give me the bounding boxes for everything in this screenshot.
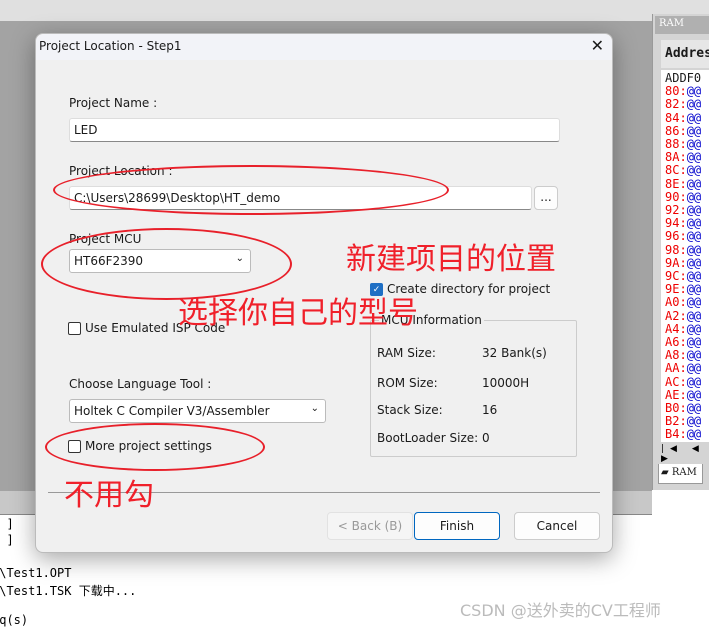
output-line: l\Test1.TSK 下载中...	[0, 584, 137, 598]
output-line: l ]	[6, 517, 14, 531]
ram-address: 9A	[665, 255, 680, 270]
ram-address: 86	[665, 123, 680, 138]
ram-address: 82	[665, 97, 680, 112]
ram-address: A8	[665, 348, 680, 363]
ram-panel: RAM Addres ADDF0 80:@@ 82:@@ 84:@@ 86:@@ 88:…	[652, 14, 709, 490]
watermark: CSDN @送外卖的CV工程师	[460, 601, 661, 620]
project-name-label: Project Name :	[69, 96, 158, 110]
ram-address: 92	[665, 203, 680, 218]
ram-value: @@	[686, 255, 702, 270]
ram-value: @@	[686, 84, 702, 99]
ram-value: @@	[686, 242, 702, 257]
ram-address: 80	[665, 84, 680, 99]
close-icon[interactable]: ✕	[591, 36, 604, 55]
output-line: nq(s)	[0, 613, 29, 627]
ram-value: @@	[686, 374, 702, 389]
ram-address: 8E	[665, 176, 680, 191]
ram-value: @@	[686, 203, 702, 218]
ram-value: @@	[686, 387, 702, 402]
ram-panel-title: RAM	[655, 16, 709, 34]
language-tool-label: Choose Language Tool :	[69, 377, 212, 391]
ram-value: @@	[686, 321, 702, 336]
bootloader-size-label: BootLoader Size:	[377, 431, 479, 445]
ram-address: 96	[665, 229, 680, 244]
ram-address: A6	[665, 335, 680, 350]
ram-value: @@	[686, 361, 702, 376]
bootloader-size-value: 0	[482, 431, 490, 445]
ram-value: @@	[686, 137, 702, 152]
ram-address: 9C	[665, 269, 680, 284]
rom-size-label: ROM Size:	[377, 376, 438, 390]
dialog-titlebar: Project Location - Step1 ✕	[36, 34, 612, 60]
ram-address: A4	[665, 321, 680, 336]
ram-address: AE	[665, 387, 680, 402]
ram-value: @@	[686, 163, 702, 178]
ram-value: @@	[686, 216, 702, 231]
ram-value: @@	[686, 308, 702, 323]
ram-value: @@	[686, 110, 702, 125]
annotation-settings-note: 不用勾	[64, 478, 154, 513]
dialog-title: Project Location - Step1	[39, 39, 182, 53]
ram-value: @@	[686, 150, 702, 165]
ram-address: 88	[665, 137, 680, 152]
ram-address: AA	[665, 361, 680, 376]
output-line: l ]	[6, 533, 14, 547]
annotation-ellipse-location	[53, 165, 449, 215]
ram-value: @@	[686, 176, 702, 191]
ram-address: 84	[665, 110, 680, 125]
annotation-ellipse-settings	[45, 423, 265, 471]
ram-address: 98	[665, 242, 680, 257]
ram-address: B4	[665, 427, 680, 442]
ram-address: A0	[665, 295, 680, 310]
ram-value: @@	[686, 229, 702, 244]
ram-value: @@	[686, 427, 702, 442]
language-tool-select[interactable]: Holtek C Compiler V3/Assembler ⌄	[69, 399, 326, 423]
checkbox-icon	[68, 321, 81, 335]
mcu-information-group: MCU Information RAM Size: 32 Bank(s) ROM…	[370, 313, 577, 457]
ram-first-row-label: ADDF0	[665, 71, 702, 85]
language-tool-value: Holtek C Compiler V3/Assembler	[74, 404, 270, 418]
ram-nav-buttons[interactable]: |◀ ◀ ▶	[661, 444, 709, 464]
annotation-mcu-note: 选择你自己的型号	[178, 296, 418, 331]
tab-ram[interactable]: ▰ RAM	[658, 464, 703, 484]
stack-size-value: 16	[482, 403, 498, 417]
app-toolbar	[0, 0, 709, 21]
output-line: l\Test1.OPT	[0, 566, 72, 580]
back-button[interactable]: < Back (B)	[327, 512, 413, 540]
ram-size-label: RAM Size:	[377, 346, 436, 360]
ram-value: @@	[686, 335, 702, 350]
ram-address: B2	[665, 414, 680, 429]
ram-value: @@	[686, 97, 702, 112]
ram-address: AC	[665, 374, 680, 389]
stack-size-label: Stack Size:	[377, 403, 443, 417]
rom-size-value: 10000H	[482, 376, 530, 390]
ram-value: @@	[686, 401, 702, 416]
ram-size-value: 32 Bank(s)	[482, 346, 547, 360]
ram-list[interactable]: ADDF0 80:@@ 82:@@ 84:@@ 86:@@ 88:@@ 8A:@@ 8C:@…	[661, 70, 709, 442]
ram-value: @@	[686, 295, 702, 310]
project-name-input[interactable]: LED	[69, 118, 560, 142]
address-header: Addres	[661, 40, 709, 68]
ram-address: 9E	[665, 282, 680, 297]
annotation-location-note: 新建项目的位置	[346, 242, 556, 277]
browse-button[interactable]: ...	[534, 186, 558, 210]
ram-address: 8A	[665, 150, 680, 165]
ram-row: B4:@@	[665, 427, 702, 442]
tab-ram-label: RAM	[671, 467, 697, 478]
ram-value: @@	[686, 348, 702, 363]
ram-address: 94	[665, 216, 680, 231]
ram-value: @@	[686, 189, 702, 204]
ram-value: @@	[686, 123, 702, 138]
cancel-button[interactable]: Cancel	[514, 512, 600, 540]
ram-value: @@	[686, 414, 702, 429]
ram-address: 90	[665, 189, 680, 204]
ram-value: @@	[686, 269, 702, 284]
ram-address: A2	[665, 308, 680, 323]
finish-button[interactable]: Finish	[414, 512, 500, 540]
chevron-down-icon: ⌄	[310, 403, 319, 414]
ram-value: @@	[686, 282, 702, 297]
ram-address: 8C	[665, 163, 680, 178]
ram-address: B0	[665, 401, 680, 416]
